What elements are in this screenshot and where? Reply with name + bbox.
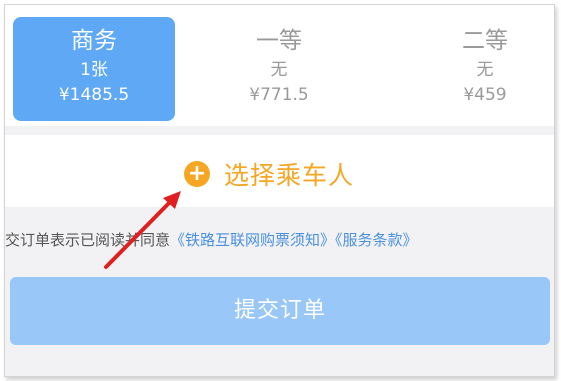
- seat-option-first-class[interactable]: 一等 无 ¥771.5: [198, 17, 360, 121]
- seat-name: 商务: [71, 28, 117, 54]
- seat-price: ¥771.5: [249, 85, 309, 105]
- terms-of-service-link[interactable]: 《服务条款》: [335, 231, 418, 249]
- seat-option-business[interactable]: 商务 1张 ¥1485.5: [13, 17, 175, 121]
- seat-price: ¥1485.5: [58, 85, 130, 105]
- seat-name: 一等: [256, 28, 302, 54]
- seat-type-selector: 商务 1张 ¥1485.5 一等 无 ¥771.5 二等 无 ¥459: [5, 5, 554, 126]
- seat-availability: 1张: [80, 60, 108, 80]
- seat-option-second-class[interactable]: 二等 无 ¥459: [404, 17, 554, 121]
- seat-availability: 无: [270, 60, 288, 80]
- passenger-section: + 选择乘车人: [5, 135, 554, 207]
- agreement-notice: 交订单表示已阅读并同意《铁路互联网购票须知》《服务条款》: [5, 225, 554, 255]
- seat-name: 二等: [462, 28, 508, 54]
- submit-order-button[interactable]: 提交订单: [10, 277, 550, 345]
- select-passenger-label: 选择乘车人: [224, 161, 355, 190]
- seat-availability: 无: [476, 60, 494, 80]
- agreement-text: 交订单表示已阅读并同意: [5, 231, 171, 249]
- plus-circle-icon: +: [184, 161, 210, 187]
- submit-order-label: 提交订单: [233, 298, 326, 323]
- ticket-notice-link[interactable]: 《铁路互联网购票须知》: [170, 231, 335, 249]
- order-screen: 商务 1张 ¥1485.5 一等 无 ¥771.5 二等 无 ¥459 + 选择…: [4, 4, 555, 377]
- seat-price: ¥459: [463, 85, 507, 105]
- select-passenger-button[interactable]: + 选择乘车人: [184, 159, 355, 190]
